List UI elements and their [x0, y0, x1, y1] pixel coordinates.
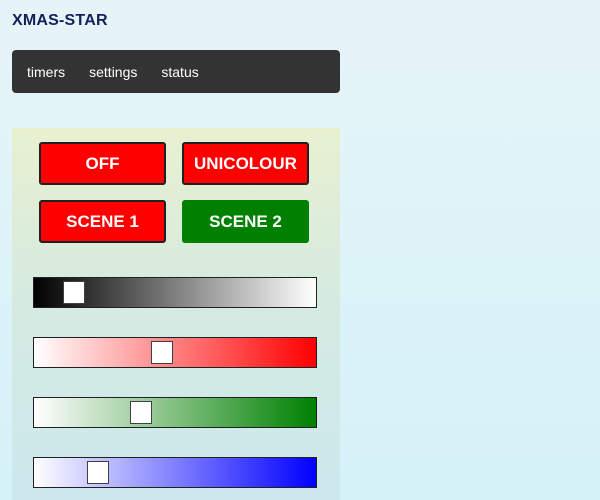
app-title: XMAS-STAR [12, 12, 108, 29]
unicolour-button[interactable]: UNICOLOUR [182, 142, 309, 185]
brightness-slider[interactable] [33, 277, 317, 308]
blue-slider[interactable] [33, 457, 317, 488]
scene-1-button[interactable]: SCENE 1 [39, 200, 166, 243]
nav-item-settings[interactable]: settings [77, 64, 149, 80]
nav-item-status[interactable]: status [149, 64, 210, 80]
red-slider[interactable] [33, 337, 317, 368]
green-slider[interactable] [33, 397, 317, 428]
blue-slider-thumb[interactable] [86, 461, 109, 484]
nav-item-timers[interactable]: timers [15, 64, 77, 80]
red-slider-thumb[interactable] [151, 341, 174, 364]
green-slider-thumb[interactable] [130, 401, 153, 424]
control-panel: OFF UNICOLOUR SCENE 1 SCENE 2 [12, 128, 340, 500]
off-button[interactable]: OFF [39, 142, 166, 185]
scene-2-button[interactable]: SCENE 2 [182, 200, 309, 243]
navbar: timers settings status [12, 50, 340, 93]
brightness-slider-thumb[interactable] [63, 281, 86, 304]
